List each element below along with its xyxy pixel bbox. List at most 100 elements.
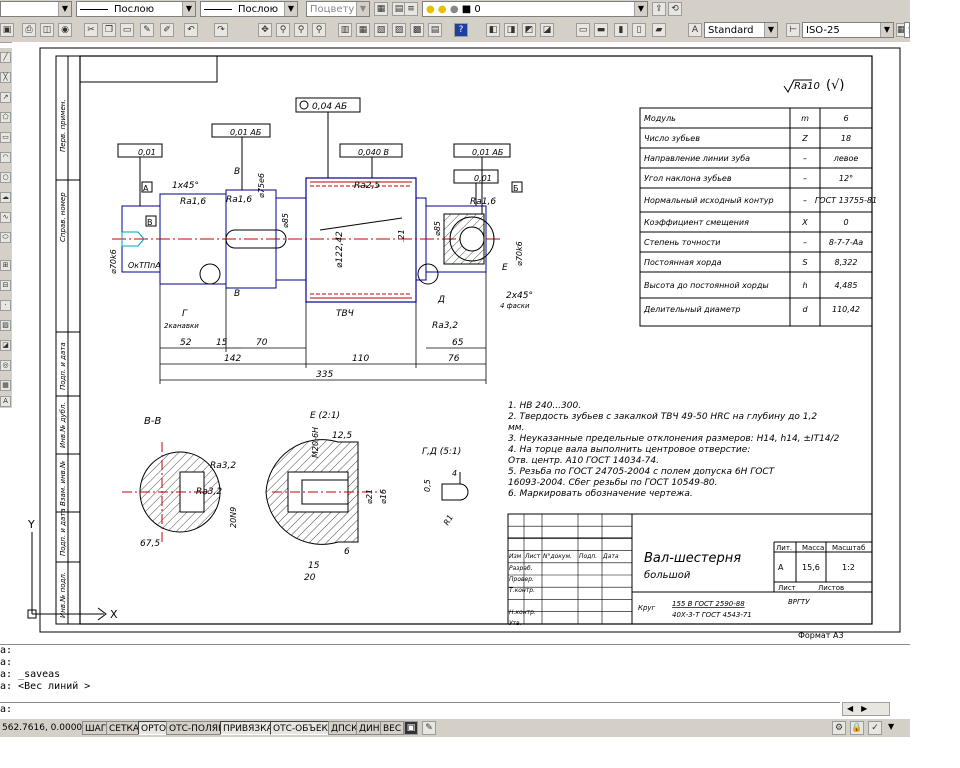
- region-icon[interactable]: ◎: [0, 360, 11, 371]
- lock-icon[interactable]: 🔒: [850, 721, 864, 735]
- redo-icon[interactable]: ↷: [214, 23, 228, 37]
- layout-icon-7[interactable]: ▮: [614, 23, 628, 37]
- sheet-set-icon[interactable]: ▨: [392, 23, 406, 37]
- point-icon[interactable]: ·: [0, 300, 11, 311]
- zoom-window-icon[interactable]: ⚲: [294, 23, 308, 37]
- status-otrack[interactable]: ОТС-ОБЪЕКТ: [270, 721, 337, 735]
- status-menu-chevron-icon[interactable]: ▼: [888, 722, 894, 731]
- insert-block-icon[interactable]: ⊞: [0, 260, 11, 271]
- layout-icon-2[interactable]: ◨: [504, 23, 518, 37]
- block-editor-icon[interactable]: ✐: [160, 23, 174, 37]
- dim-335: 335: [316, 370, 333, 380]
- horizontal-scrollbar[interactable]: ◀ ▶: [842, 702, 890, 716]
- table-style-value: S: [908, 25, 909, 36]
- help-icon[interactable]: ?: [454, 23, 468, 37]
- plot-style-icon[interactable]: ▦: [374, 2, 388, 16]
- ellipse-icon[interactable]: ⬭: [0, 232, 11, 243]
- line-sample: [80, 8, 108, 10]
- gear-param-symbol: S: [802, 258, 807, 267]
- properties-toolbar: ▼ Послою ▼ Послою ▼ Поцвету ▼ ▦ ▤ ≡ ● ● ● ■…: [0, 0, 910, 19]
- revcloud-icon[interactable]: ☁: [0, 192, 11, 203]
- coordinates-readout[interactable]: 562.7616, 0.0000: [0, 721, 82, 735]
- lineweight-value: Послою: [238, 4, 279, 15]
- construction-line-icon[interactable]: ╳: [0, 72, 11, 83]
- model-icon[interactable]: ▣: [404, 721, 418, 735]
- layout-icon-1[interactable]: ◧: [486, 23, 500, 37]
- layer-dropdown[interactable]: ● ● ● ■ 0 ▼: [422, 1, 648, 17]
- make-current-layer-icon[interactable]: ⇪: [652, 2, 666, 16]
- quick-calc-icon[interactable]: ▤: [428, 23, 442, 37]
- text-style-icon[interactable]: A: [688, 23, 702, 37]
- sheets-label: Листов: [818, 584, 844, 592]
- layout-icon-8[interactable]: ▯: [632, 23, 646, 37]
- pan-icon[interactable]: ✥: [258, 23, 272, 37]
- dim-style-icon[interactable]: ⊢: [786, 23, 800, 37]
- gear-param-name: Степень точности: [644, 238, 720, 247]
- plotstyle-dropdown[interactable]: Поцвету ▼: [306, 1, 370, 17]
- tray-settings-icon[interactable]: ✓: [868, 721, 882, 735]
- layer-previous-icon[interactable]: ⟲: [668, 2, 682, 16]
- chamfer-left: 1х45°: [172, 181, 199, 191]
- status-lwt[interactable]: ВЕС: [380, 721, 405, 735]
- plot-icon[interactable]: ⎙: [22, 23, 36, 37]
- polyline-icon[interactable]: ↗: [0, 92, 11, 103]
- command-window[interactable]: а: а: а: _saveas а: <Вес линий >: [0, 644, 910, 701]
- gradient-icon[interactable]: ◪: [0, 340, 11, 351]
- tool-palettes-icon[interactable]: ▧: [374, 23, 388, 37]
- arc-icon[interactable]: ◠: [0, 152, 11, 163]
- layout-icon-9[interactable]: ▰: [652, 23, 666, 37]
- preview-icon[interactable]: ◫: [40, 23, 54, 37]
- status-polar[interactable]: ОТС-ПОЛЯР: [166, 721, 227, 735]
- comm-center-icon[interactable]: ⚙: [832, 721, 846, 735]
- status-dyn[interactable]: ДИН: [356, 721, 383, 735]
- properties-icon[interactable]: ▥: [338, 23, 352, 37]
- zoom-previous-icon[interactable]: ⚲: [312, 23, 326, 37]
- dim-style-dropdown[interactable]: ISO-25 ▼: [802, 22, 894, 38]
- mtext-icon[interactable]: A: [0, 396, 11, 407]
- chamfer-right-sub: 4 фаски: [500, 302, 530, 310]
- drawing-canvas[interactable]: Перв. примен. Справ. номер Подп. и дата …: [12, 42, 910, 644]
- lock-toolbar-icon[interactable]: ✎: [422, 721, 436, 735]
- zoom-realtime-icon[interactable]: ⚲: [276, 23, 290, 37]
- rectangle-icon[interactable]: ▭: [0, 132, 11, 143]
- save-icon[interactable]: ▣: [0, 23, 14, 37]
- gear-param-symbol: Z: [801, 134, 808, 143]
- scroll-right-icon[interactable]: ▶: [857, 704, 871, 713]
- spline-icon[interactable]: ∿: [0, 212, 11, 223]
- publish-icon[interactable]: ◉: [58, 23, 72, 37]
- text-style-dropdown[interactable]: Standard ▼: [704, 22, 778, 38]
- status-ortho[interactable]: ОРТО: [138, 721, 170, 735]
- gear-param-value: 0: [843, 218, 848, 227]
- tol-frame-4: 0,040 В: [358, 148, 389, 157]
- angle-label: .21: [397, 229, 406, 242]
- match-properties-icon[interactable]: ✎: [140, 23, 154, 37]
- copy-icon[interactable]: ❐: [102, 23, 116, 37]
- status-grid[interactable]: СЕТКА: [106, 721, 143, 735]
- layout-icon-5[interactable]: ▭: [576, 23, 590, 37]
- layout-icon-3[interactable]: ◩: [522, 23, 536, 37]
- linetype-dropdown[interactable]: Послою ▼: [76, 1, 196, 17]
- layout-icon-6[interactable]: ▬: [594, 23, 608, 37]
- layers-icon[interactable]: ≡: [404, 2, 418, 16]
- bulb-icon: ●: [426, 4, 435, 15]
- status-osnap[interactable]: ПРИВЯЗКА: [220, 721, 276, 735]
- markup-icon[interactable]: ▩: [410, 23, 424, 37]
- polygon-icon[interactable]: ⬠: [0, 112, 11, 123]
- ra-right: Ra1,6: [470, 197, 496, 207]
- make-block-icon[interactable]: ⊟: [0, 280, 11, 291]
- undo-icon[interactable]: ↶: [184, 23, 198, 37]
- circle-icon[interactable]: ○: [0, 172, 11, 183]
- table-style-dropdown[interactable]: S: [904, 22, 910, 38]
- table-draw-icon[interactable]: ▦: [0, 380, 11, 391]
- color-dropdown[interactable]: ▼: [0, 1, 72, 17]
- line-icon[interactable]: ╱: [0, 52, 11, 63]
- layout-icon-4[interactable]: ◪: [540, 23, 554, 37]
- hatch-icon[interactable]: ▨: [0, 320, 11, 331]
- command-prompt[interactable]: а:: [0, 702, 840, 717]
- scroll-left-icon[interactable]: ◀: [843, 704, 857, 713]
- cut-icon[interactable]: ✂: [84, 23, 98, 37]
- lineweight-dropdown[interactable]: Послою ▼: [200, 1, 298, 17]
- paste-icon[interactable]: ▭: [120, 23, 134, 37]
- side-tag-7: Инв.№ подл.: [59, 572, 67, 618]
- design-center-icon[interactable]: ▦: [356, 23, 370, 37]
